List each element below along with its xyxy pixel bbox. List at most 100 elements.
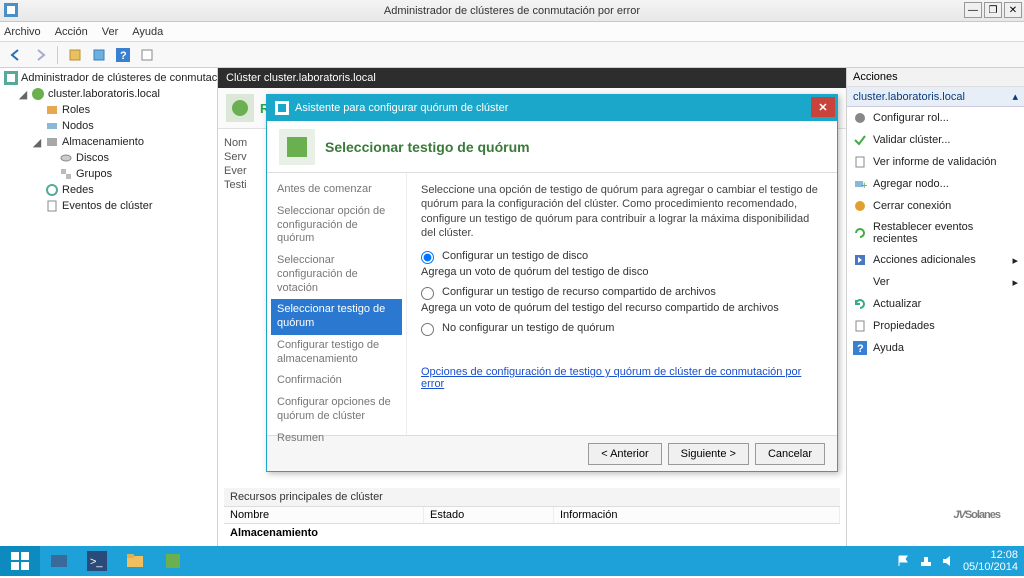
clock-time: 12:08 [963,549,1018,561]
actions-section-label: cluster.laboratoris.local [853,91,965,103]
start-button[interactable] [0,546,40,576]
tree-almacen-label: Almacenamiento [62,136,144,148]
action-label: Ver [873,276,890,288]
action-label: Agregar nodo... [873,178,949,190]
tree-grupos[interactable]: Grupos [44,166,215,182]
action-validar[interactable]: Validar clúster... [847,129,1024,151]
cluster-mgr-icon [4,71,18,85]
cancel-button[interactable]: Cancelar [755,443,825,465]
action-ayuda[interactable]: ?Ayuda [847,337,1024,359]
wizard-nav-item[interactable]: Confirmación [271,370,402,392]
action-restablecer[interactable]: Restablecer eventos recientes [847,217,1024,249]
tree-almacen[interactable]: ◢ Almacenamiento [30,134,215,150]
taskbar-clock[interactable]: 12:08 05/10/2014 [963,549,1018,573]
tray-flag-icon[interactable] [897,554,911,568]
cluster-icon [31,87,45,101]
wizard-titlebar[interactable]: Asistente para configurar quórum de clús… [267,95,837,121]
roles-icon [45,103,59,117]
reset-icon [853,226,867,240]
action-adicionales[interactable]: Acciones adicionales▸ [847,249,1024,271]
group-almacen[interactable]: Almacenamiento [224,524,840,542]
tree-redes[interactable]: Redes [30,182,215,198]
nav-back-button[interactable] [6,45,26,65]
wizard-nav-item-active[interactable]: Seleccionar testigo de quórum [271,299,402,335]
svg-text:?: ? [120,50,127,62]
action-configurar-rol[interactable]: Configurar rol... [847,107,1024,129]
expand-icon[interactable]: ◢ [18,88,28,101]
clock-date: 05/10/2014 [963,561,1018,573]
option-disk-witness[interactable]: Configurar un testigo de disco [421,250,823,264]
taskbar-explorer[interactable] [116,546,154,576]
taskbar-cluster-mgr[interactable] [154,546,192,576]
resources-header[interactable]: Recursos principales de clúster [224,488,840,507]
wizard-heading: Seleccionar testigo de quórum [325,139,530,155]
tree-discos-label: Discos [76,152,109,164]
action-agregar-nodo[interactable]: +Agregar nodo... [847,173,1024,195]
wizard-close-button[interactable]: ✕ [811,97,835,117]
tree-nodos[interactable]: Nodos [30,118,215,134]
expand-icon[interactable]: ◢ [32,136,42,149]
nav-fwd-button[interactable] [30,45,50,65]
tray-network-icon[interactable] [919,554,933,568]
taskbar-server-mgr[interactable] [40,546,78,576]
tree-root-item[interactable]: Administrador de clústeres de conmutació… [2,70,215,86]
opt-label: Configurar un testigo de disco [442,250,588,262]
help-icon[interactable]: ? [113,45,133,65]
back-button[interactable]: < Anterior [588,443,661,465]
tool-2-button[interactable] [89,45,109,65]
wizard-header: Seleccionar testigo de quórum [267,121,837,173]
tree-grupos-label: Grupos [76,168,112,180]
wizard-nav-item[interactable]: Antes de comenzar [271,179,402,201]
wizard-nav-item[interactable]: Seleccionar opción de configuración de q… [271,201,402,250]
action-ver[interactable]: Ver▸ [847,271,1024,293]
report-icon [853,155,867,169]
maximize-button[interactable]: ❐ [984,2,1002,18]
action-cerrar-conexion[interactable]: Cerrar conexión [847,195,1024,217]
tool-1-button[interactable] [65,45,85,65]
wizard-content: Seleccione una opción de testigo de quór… [407,173,837,435]
action-actualizar[interactable]: Actualizar [847,293,1024,315]
wizard-nav-item[interactable]: Configurar opciones de quórum de clúster [271,392,402,428]
menu-accion[interactable]: Acción [55,26,88,38]
wizard-help-link[interactable]: Opciones de configuración de testigo y q… [421,366,823,390]
tray-sound-icon[interactable] [941,554,955,568]
tree-nodos-label: Nodos [62,120,94,132]
action-propiedades[interactable]: Propiedades [847,315,1024,337]
col-state[interactable]: Estado [424,507,554,523]
col-info[interactable]: Información [554,507,840,523]
window-titlebar: Administrador de clústeres de conmutació… [0,0,1024,22]
col-name[interactable]: Nombre [224,507,424,523]
action-label: Validar clúster... [873,134,950,146]
help-icon: ? [853,341,867,355]
wizard-nav-item[interactable]: Seleccionar configuración de votación [271,250,402,299]
action-ver-informe[interactable]: Ver informe de validación [847,151,1024,173]
collapse-icon[interactable]: ▴ [1012,90,1018,103]
radio-none[interactable] [421,323,434,336]
tree-eventos[interactable]: Eventos de clúster [30,198,215,214]
taskbar-powershell[interactable]: >_ [78,546,116,576]
gear-icon [853,111,867,125]
refresh-icon [853,297,867,311]
menu-ayuda[interactable]: Ayuda [132,26,163,38]
option-no-witness[interactable]: No configurar un testigo de quórum [421,322,823,336]
tree-cluster-label: cluster.laboratoris.local [48,88,160,100]
radio-disk[interactable] [421,251,434,264]
menu-ver[interactable]: Ver [102,26,119,38]
toolbar: ? [0,42,1024,68]
tree-cluster[interactable]: ◢ cluster.laboratoris.local [16,86,215,102]
wizard-icon [275,101,289,115]
radio-share[interactable] [421,287,434,300]
window-title: Administrador de clústeres de conmutació… [384,5,640,17]
minimize-button[interactable]: — [964,2,982,18]
tree-discos[interactable]: Discos [44,150,215,166]
tree-roles[interactable]: Roles [30,102,215,118]
menu-archivo[interactable]: Archivo [4,26,41,38]
option-share-witness[interactable]: Configurar un testigo de recurso compart… [421,286,823,300]
wizard-nav-item[interactable]: Configurar testigo de almacenamiento [271,335,402,371]
next-button[interactable]: Siguiente > [668,443,749,465]
actions-section[interactable]: cluster.laboratoris.local ▴ [847,87,1024,107]
menubar: Archivo Acción Ver Ayuda [0,22,1024,42]
close-button[interactable]: ✕ [1004,2,1022,18]
wizard-nav-item[interactable]: Resumen [271,428,402,450]
tool-4-button[interactable] [137,45,157,65]
